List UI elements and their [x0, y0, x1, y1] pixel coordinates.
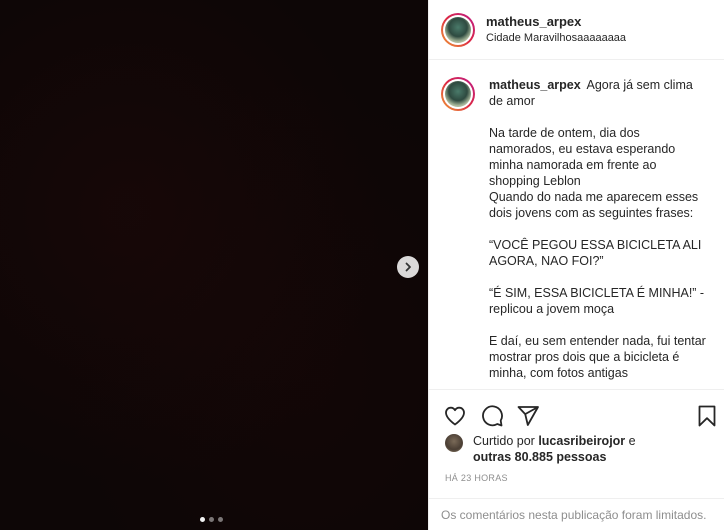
carousel-dot: [200, 517, 205, 522]
carousel-next-button[interactable]: [397, 256, 419, 278]
post-location[interactable]: Cidade Maravilhosaaaaaaaa: [486, 30, 626, 47]
media-image: [0, 0, 428, 530]
likes-conjunction: e: [628, 434, 636, 448]
comment-icon: [482, 405, 503, 427]
heart-icon: [445, 406, 465, 426]
avatar-image: [445, 81, 471, 107]
likes-prefix: Curtido por: [473, 434, 535, 448]
carousel-dot: [218, 517, 223, 522]
liker-avatar[interactable]: [445, 434, 463, 452]
post-timestamp[interactable]: Há 23 horas: [445, 473, 508, 483]
author-username[interactable]: matheus_arpex: [486, 13, 626, 30]
post-header: matheus_arpex Cidade Maravilhosaaaaaaaa: [429, 0, 724, 60]
caption-text: Na tarde de ontem, dia dos namorados, eu…: [489, 126, 706, 380]
comments-limited-notice: Os comentários nesta publicação foram li…: [429, 498, 724, 530]
likes-summary: Curtido por lucasribeirojor e outras 80.…: [445, 433, 714, 465]
liker-username[interactable]: lucasribeirojor: [538, 434, 625, 448]
bookmark-icon: [698, 405, 716, 427]
share-button[interactable]: [516, 404, 540, 428]
post-side-panel: matheus_arpex Cidade Maravilhosaaaaaaaa …: [428, 0, 724, 530]
caption-avatar[interactable]: [441, 77, 475, 111]
send-icon: [517, 406, 539, 426]
likes-others-link[interactable]: outras 80.885 pessoas: [473, 450, 606, 464]
caption-author[interactable]: matheus_arpex: [489, 78, 581, 92]
avatar-image: [445, 16, 471, 43]
comment-button[interactable]: [480, 404, 504, 428]
post-media[interactable]: [0, 0, 428, 530]
caption: matheus_arpex Agora já sem clima de amor…: [441, 77, 712, 381]
carousel-indicator: [200, 517, 223, 522]
comments-area[interactable]: matheus_arpex Agora já sem clima de amor…: [429, 61, 724, 389]
avatar[interactable]: [441, 12, 475, 47]
chevron-right-icon: [405, 262, 411, 272]
save-button[interactable]: [695, 404, 719, 428]
carousel-dot: [209, 517, 214, 522]
like-button[interactable]: [443, 404, 467, 428]
